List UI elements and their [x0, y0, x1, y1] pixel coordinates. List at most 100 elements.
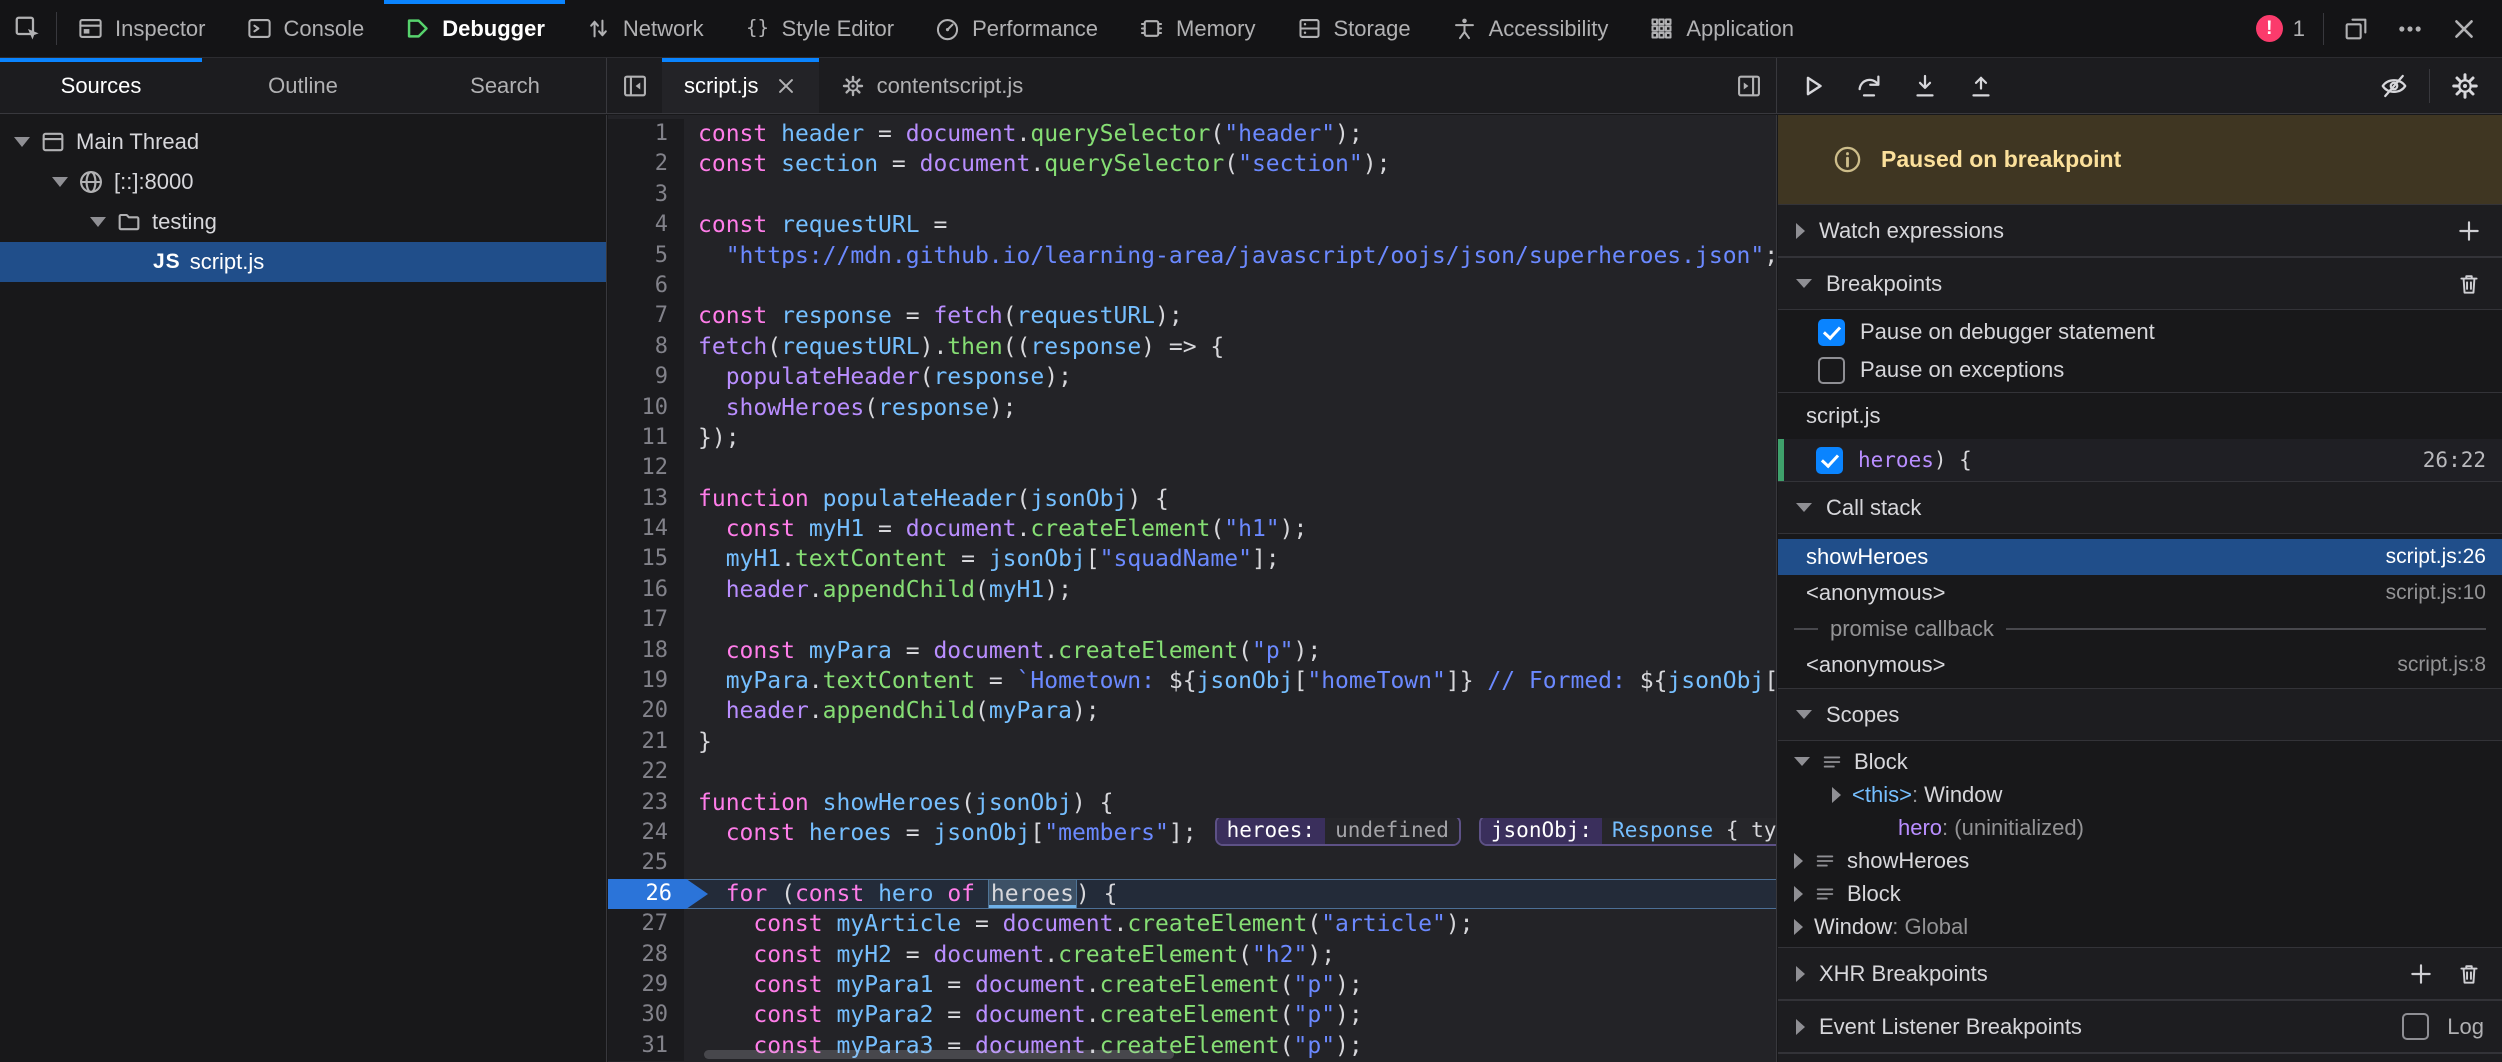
tab-application[interactable]: Application: [1628, 0, 1814, 57]
add-xhr-breakpoint-button[interactable]: [2406, 959, 2436, 989]
call-stack-frame[interactable]: <anonymous>script.js:10: [1778, 575, 2502, 611]
breakpoints-header[interactable]: Breakpoints: [1778, 257, 2502, 310]
line-number-28[interactable]: 28: [608, 940, 684, 970]
call-stack-header[interactable]: Call stack: [1778, 481, 2502, 534]
call-stack-frame[interactable]: <anonymous>script.js:8: [1778, 647, 2502, 683]
line-number-22[interactable]: 22: [608, 757, 684, 787]
step-over-button[interactable]: [1844, 62, 1894, 110]
chevron-down-icon[interactable]: [1796, 279, 1812, 288]
close-devtools-button[interactable]: [2442, 7, 2486, 51]
line-number-25[interactable]: 25: [608, 848, 684, 878]
chevron-right-icon[interactable]: [1796, 966, 1805, 982]
code-editor[interactable]: 1const header = document.querySelector("…: [608, 115, 1777, 1062]
tab-network[interactable]: Network: [565, 0, 724, 57]
chevron-down-icon[interactable]: [1796, 710, 1812, 719]
error-badge-icon[interactable]: !: [2256, 15, 2283, 42]
tree-item-testing[interactable]: testing: [0, 202, 606, 242]
line-number-16[interactable]: 16: [608, 575, 684, 605]
line-number-15[interactable]: 15: [608, 544, 684, 574]
line-number-19[interactable]: 19: [608, 666, 684, 696]
scope-row[interactable]: hero: (uninitialized): [1778, 811, 2502, 844]
line-number-5[interactable]: 5: [608, 241, 684, 271]
breakpoint-option[interactable]: Pause on debugger statement: [1778, 313, 2502, 351]
checkbox[interactable]: [1818, 357, 1845, 384]
line-number-31[interactable]: 31: [608, 1031, 684, 1061]
line-number-18[interactable]: 18: [608, 636, 684, 666]
scopes-header[interactable]: Scopes: [1778, 688, 2502, 741]
scope-row[interactable]: Block: [1778, 745, 2502, 778]
expander-icon[interactable]: [1794, 919, 1803, 935]
checkbox[interactable]: [1818, 319, 1845, 346]
line-number-13[interactable]: 13: [608, 484, 684, 514]
expander-icon[interactable]: [90, 217, 106, 227]
checkbox[interactable]: [1816, 447, 1843, 474]
line-number-20[interactable]: 20: [608, 696, 684, 726]
sidebar-tab-sources[interactable]: Sources: [0, 58, 202, 113]
tab-console[interactable]: Console: [226, 0, 385, 57]
tab-accessibility[interactable]: Accessibility: [1431, 0, 1629, 57]
breakpoint-source-name[interactable]: script.js: [1778, 393, 2502, 439]
call-stack-frame[interactable]: promise callback: [1778, 611, 2502, 647]
line-number-3[interactable]: 3: [608, 180, 684, 210]
expander-icon[interactable]: [1794, 757, 1810, 766]
pick-element-button[interactable]: [0, 0, 56, 57]
scope-row[interactable]: <this>: Window: [1778, 778, 2502, 811]
log-checkbox[interactable]: [2402, 1013, 2429, 1040]
collapse-debugger-panel-button[interactable]: [1722, 58, 1776, 113]
line-number-7[interactable]: 7: [608, 301, 684, 331]
line-number-24[interactable]: 24: [608, 818, 684, 848]
tab-inspector[interactable]: Inspector: [57, 0, 226, 57]
line-number-4[interactable]: 4: [608, 210, 684, 240]
line-number-26[interactable]: 26: [608, 879, 684, 909]
error-count[interactable]: 1: [2293, 16, 2305, 42]
sidebar-tab-outline[interactable]: Outline: [202, 58, 404, 113]
line-number-2[interactable]: 2: [608, 149, 684, 179]
xhr-breakpoints-header[interactable]: XHR Breakpoints: [1778, 947, 2502, 1000]
step-in-button[interactable]: [1900, 62, 1950, 110]
add-watch-expression-button[interactable]: [2454, 216, 2484, 246]
blackbox-source-button[interactable]: [2369, 62, 2419, 110]
scope-row[interactable]: Block: [1778, 877, 2502, 910]
line-number-17[interactable]: 17: [608, 605, 684, 635]
horizontal-scrollbar[interactable]: [704, 1050, 1174, 1059]
line-number-30[interactable]: 30: [608, 1000, 684, 1030]
call-stack-frame[interactable]: showHeroesscript.js:26: [1778, 539, 2502, 575]
line-number-11[interactable]: 11: [608, 423, 684, 453]
tab-memory[interactable]: Memory: [1118, 0, 1275, 57]
tree-item-script-js[interactable]: JSscript.js: [0, 242, 606, 282]
expander-icon[interactable]: [1794, 853, 1803, 869]
line-number-21[interactable]: 21: [608, 727, 684, 757]
line-number-8[interactable]: 8: [608, 332, 684, 362]
step-out-button[interactable]: [1956, 62, 2006, 110]
collapse-sources-panel-button[interactable]: [608, 58, 662, 113]
expander-icon[interactable]: [1832, 787, 1841, 803]
tab-performance[interactable]: Performance: [914, 0, 1118, 57]
remove-breakpoints-button[interactable]: [2454, 269, 2484, 299]
tab-debugger[interactable]: Debugger: [384, 0, 565, 57]
watch-expressions-header[interactable]: Watch expressions: [1778, 204, 2502, 257]
remove-xhr-breakpoints-button[interactable]: [2454, 959, 2484, 989]
line-number-14[interactable]: 14: [608, 514, 684, 544]
line-number-12[interactable]: 12: [608, 453, 684, 483]
breakpoint-option[interactable]: Pause on exceptions: [1778, 351, 2502, 389]
expander-icon[interactable]: [1794, 886, 1803, 902]
tree-item--8000[interactable]: [::]:8000: [0, 162, 606, 202]
line-number-1[interactable]: 1: [608, 119, 684, 149]
meatball-menu-button[interactable]: [2388, 7, 2432, 51]
close-tab-icon[interactable]: [775, 75, 797, 97]
expander-icon[interactable]: [52, 177, 68, 187]
line-number-23[interactable]: 23: [608, 788, 684, 818]
line-number-6[interactable]: 6: [608, 271, 684, 301]
line-number-27[interactable]: 27: [608, 909, 684, 939]
line-number-29[interactable]: 29: [608, 970, 684, 1000]
editor-tab-scriptjs[interactable]: script.js: [662, 58, 819, 113]
line-number-9[interactable]: 9: [608, 362, 684, 392]
event-listener-breakpoints-header[interactable]: Event Listener Breakpoints Log: [1778, 1000, 2502, 1053]
separate-window-button[interactable]: [2334, 7, 2378, 51]
chevron-down-icon[interactable]: [1796, 503, 1812, 512]
scope-row[interactable]: showHeroes: [1778, 844, 2502, 877]
line-number-10[interactable]: 10: [608, 393, 684, 423]
sidebar-tab-search[interactable]: Search: [404, 58, 606, 113]
editor-tab-contentscript[interactable]: contentscript.js: [819, 58, 1046, 113]
tab-storage[interactable]: Storage: [1276, 0, 1431, 57]
